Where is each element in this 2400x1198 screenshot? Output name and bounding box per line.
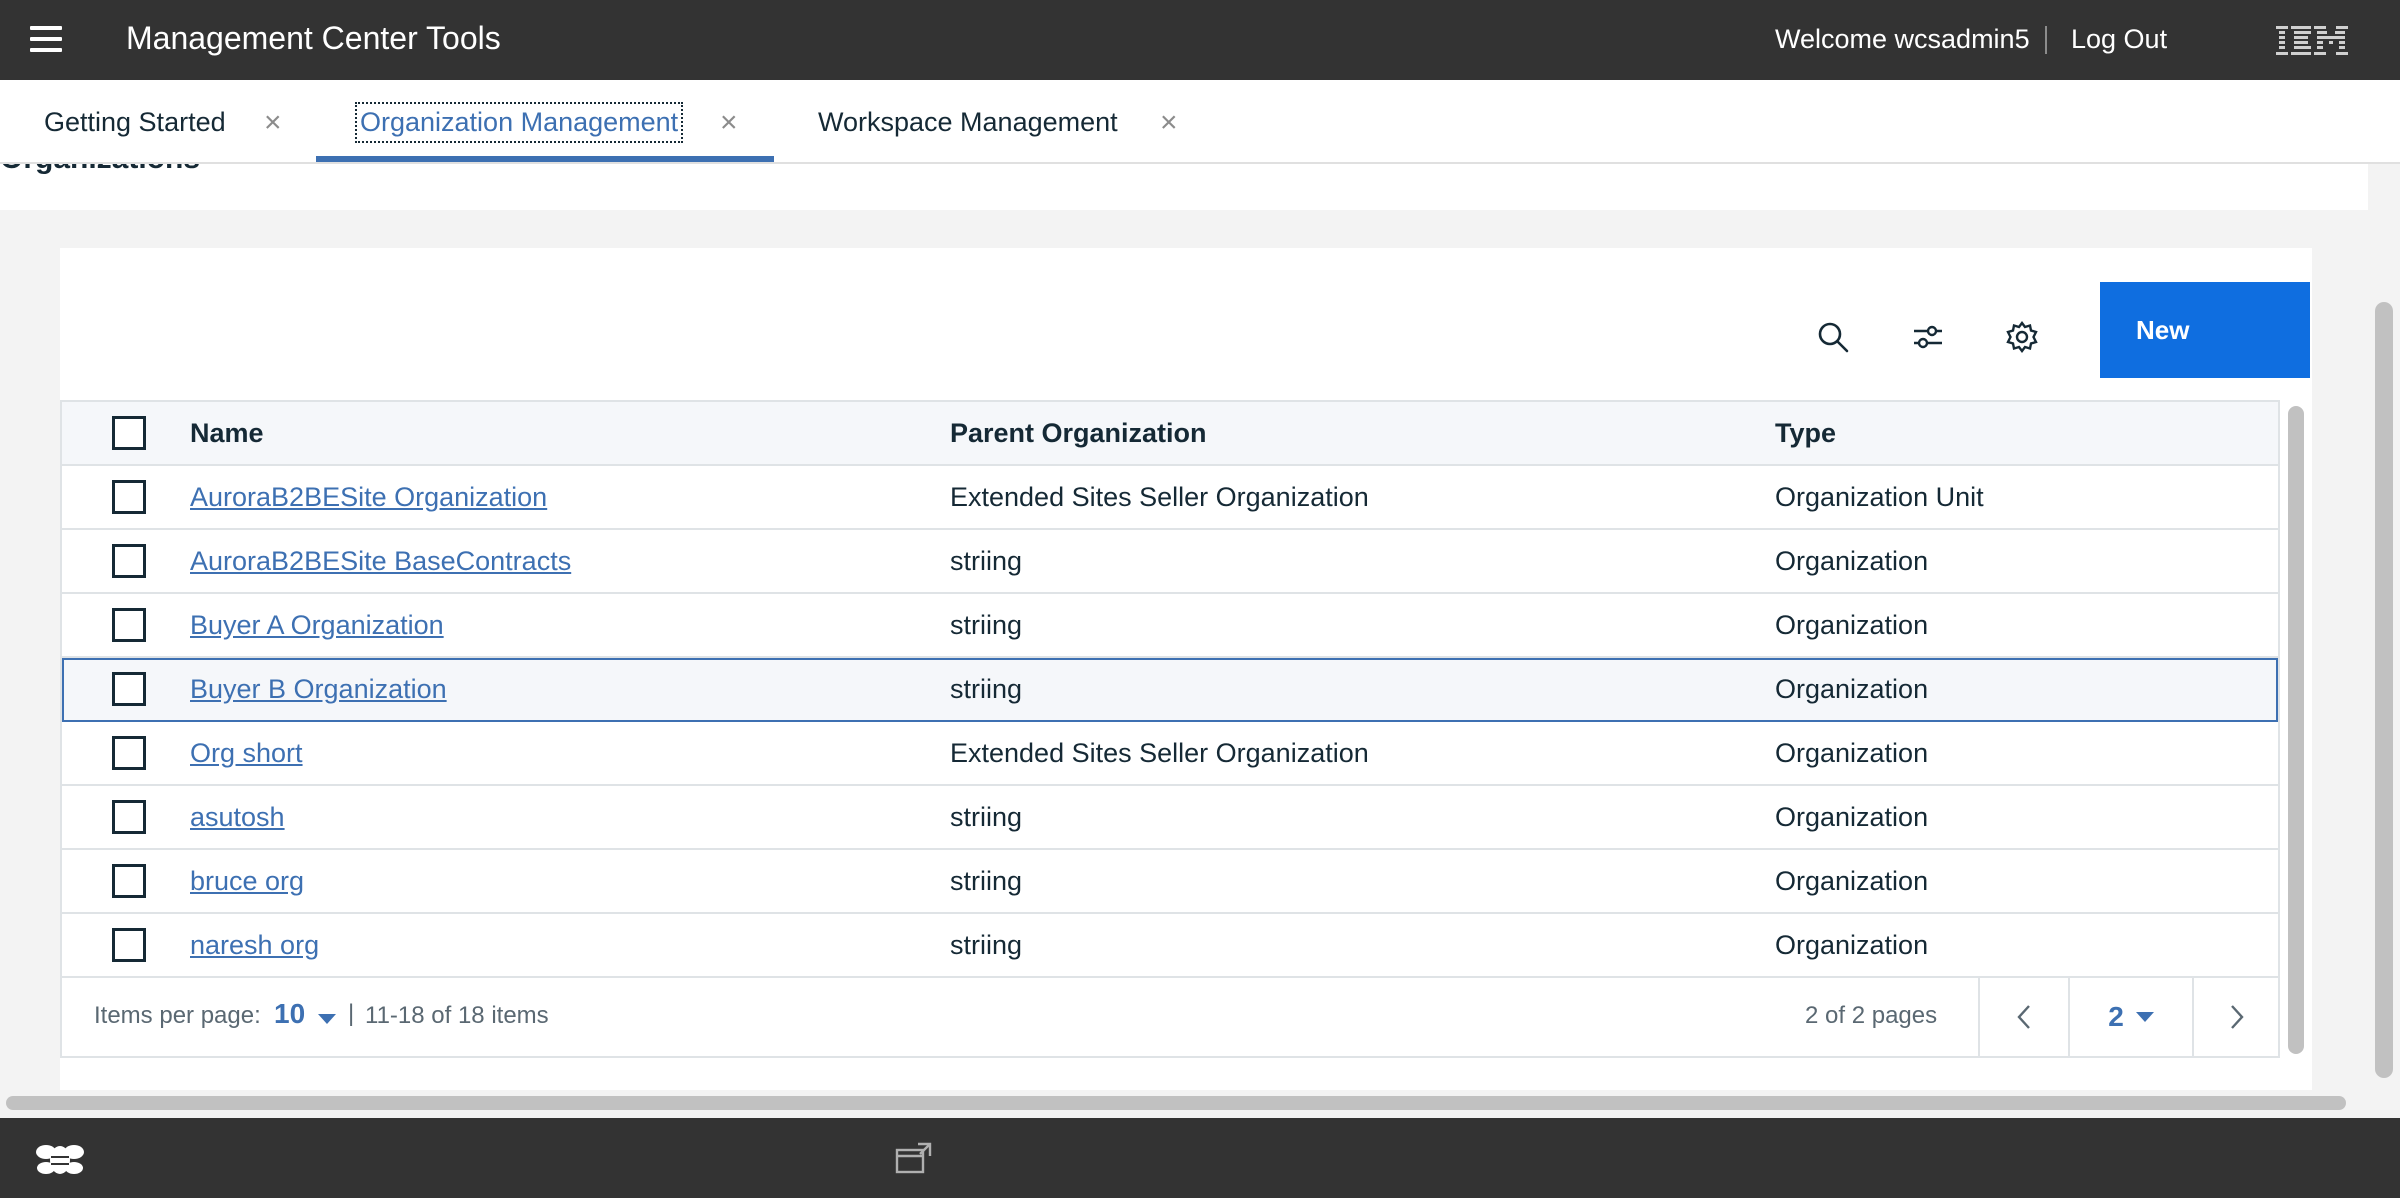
close-icon[interactable]: × — [264, 106, 282, 140]
tab-getting-started[interactable]: Getting Started × — [44, 80, 282, 164]
pagination-bar: Items per page: 10 | 11-18 of 18 items 2… — [62, 978, 2278, 1056]
row-checkbox[interactable] — [112, 480, 146, 514]
logout-link[interactable]: Log Out — [2071, 24, 2167, 55]
type-cell: Organization — [1775, 929, 1929, 960]
welcome-text: Welcome wcsadmin5 — [1775, 24, 2030, 54]
page-vertical-scrollbar-thumb[interactable] — [2375, 302, 2393, 1078]
parent-organization-cell: striing — [950, 545, 1023, 576]
new-button[interactable]: New — [2100, 282, 2310, 378]
type-cell: Organization — [1775, 609, 1929, 640]
items-range-text: 11-18 of 18 items — [365, 1002, 549, 1029]
search-button[interactable] — [1806, 310, 1860, 364]
gear-icon — [2006, 321, 2038, 353]
row-checkbox[interactable] — [112, 672, 146, 706]
chevron-left-icon — [2017, 1005, 2030, 1029]
table-row[interactable]: naresh org striing Organization — [62, 914, 2278, 978]
dock-window-icon[interactable] — [894, 1140, 934, 1176]
row-checkbox[interactable] — [112, 608, 146, 642]
close-icon[interactable]: × — [1160, 106, 1178, 140]
type-cell: Organization — [1775, 673, 1929, 704]
header-separator — [2045, 26, 2047, 54]
close-icon[interactable]: × — [720, 106, 738, 140]
organization-name-link[interactable]: AuroraB2BESite Organization — [190, 482, 547, 513]
table-header-row: Name Parent Organization Type — [62, 402, 2278, 466]
parent-organization-cell: striing — [950, 929, 1023, 960]
table-row[interactable]: Org short Extended Sites Seller Organiza… — [62, 722, 2278, 786]
row-checkbox[interactable] — [112, 544, 146, 578]
type-cell: Organization — [1775, 801, 1929, 832]
select-all-checkbox[interactable] — [112, 416, 146, 450]
parent-organization-cell: striing — [950, 865, 1023, 896]
table-vertical-scrollbar[interactable] — [2288, 406, 2304, 1054]
chevron-right-icon — [2231, 1005, 2244, 1029]
table-row[interactable]: asutosh striing Organization — [62, 786, 2278, 850]
type-cell: Organization Unit — [1775, 481, 1984, 512]
tab-label: Getting Started — [44, 106, 226, 137]
search-icon — [1818, 322, 1849, 353]
hamburger-menu-icon[interactable] — [30, 26, 62, 52]
table-row[interactable]: AuroraB2BESite Organization Extended Sit… — [62, 466, 2278, 530]
next-page-button[interactable] — [2194, 978, 2280, 1056]
previous-page-button[interactable] — [1980, 978, 2068, 1056]
type-cell: Organization — [1775, 737, 1929, 768]
page-title: Organizations — [0, 164, 200, 176]
table-row[interactable]: AuroraB2BESite BaseContracts striing Org… — [62, 530, 2278, 594]
bottom-bar — [0, 1118, 2400, 1198]
parent-organization-cell: Extended Sites Seller Organization — [950, 481, 1369, 512]
organization-name-link[interactable]: asutosh — [190, 802, 285, 833]
parent-organization-cell: Extended Sites Seller Organization — [950, 737, 1369, 768]
horizontal-scrollbar[interactable] — [6, 1096, 2346, 1110]
type-cell: Organization — [1775, 865, 1929, 896]
items-per-page-select[interactable]: 10 — [274, 998, 305, 1030]
settings-button[interactable] — [1995, 310, 2049, 364]
parent-organization-cell: striing — [950, 801, 1023, 832]
organization-name-link[interactable]: Buyer B Organization — [190, 674, 447, 705]
pages-count-text: 2 of 2 pages — [1805, 1002, 1938, 1029]
pagination-separator: | — [348, 1000, 355, 1027]
type-cell: Organization — [1775, 545, 1929, 576]
table-row[interactable]: bruce org striing Organization — [62, 850, 2278, 914]
chevron-down-icon — [2135, 1012, 2154, 1022]
chevron-down-icon[interactable] — [318, 1014, 336, 1024]
organization-name-link[interactable]: Buyer A Organization — [190, 610, 444, 641]
tab-bar: Getting Started × Organization Managemen… — [0, 80, 2400, 164]
row-checkbox[interactable] — [112, 928, 146, 962]
filter-icon — [1914, 325, 1942, 349]
app-title: Management Center Tools — [126, 20, 501, 56]
organization-name-link[interactable]: AuroraB2BESite BaseContracts — [190, 546, 571, 577]
tab-label: Workspace Management — [818, 106, 1118, 137]
table-row[interactable]: Buyer A Organization striing Organizatio… — [62, 594, 2278, 658]
row-checkbox[interactable] — [112, 864, 146, 898]
current-page-value: 2 — [2108, 1001, 2124, 1032]
items-per-page-label: Items per page: — [94, 1002, 261, 1029]
page-title-container: Organizations — [0, 164, 400, 184]
column-header-parent-organization[interactable]: Parent Organization — [950, 402, 1207, 464]
top-header: Management Center Tools Welcome wcsadmin… — [0, 0, 2400, 80]
organizations-table: Name Parent Organization Type AuroraB2BE… — [60, 400, 2280, 1058]
column-header-type[interactable]: Type — [1775, 402, 1836, 464]
page-select[interactable]: 2 — [2070, 978, 2192, 1056]
row-checkbox[interactable] — [112, 736, 146, 770]
parent-organization-cell: striing — [950, 609, 1023, 640]
filter-button[interactable] — [1901, 310, 1955, 364]
tab-label: Organization Management — [354, 101, 684, 143]
bee-icon[interactable] — [34, 1136, 86, 1182]
table-row-focused[interactable]: Buyer B Organization striing Organizatio… — [62, 658, 2278, 722]
organization-name-link[interactable]: naresh org — [190, 930, 319, 961]
tab-organization-management[interactable]: Organization Management × — [354, 80, 738, 164]
row-checkbox[interactable] — [112, 800, 146, 834]
organization-name-link[interactable]: Org short — [190, 738, 303, 769]
ibm-logo-icon — [2276, 26, 2348, 55]
organization-name-link[interactable]: bruce org — [190, 866, 304, 897]
column-header-name[interactable]: Name — [190, 402, 264, 464]
tab-workspace-management[interactable]: Workspace Management × — [818, 80, 1178, 164]
parent-organization-cell: striing — [950, 673, 1023, 704]
active-tab-indicator — [316, 156, 774, 162]
